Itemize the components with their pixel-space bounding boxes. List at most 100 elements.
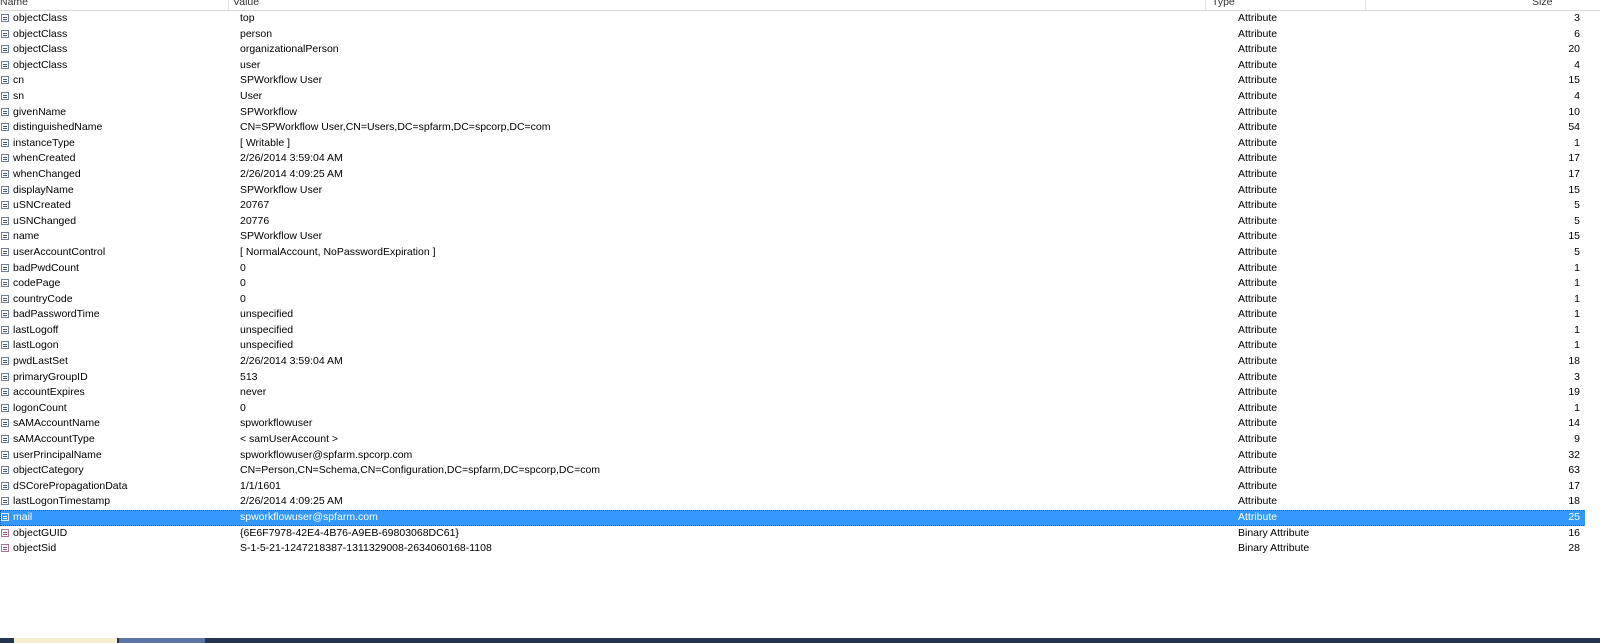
attribute-icon	[1, 247, 9, 256]
attribute-type: Attribute	[1238, 370, 1278, 383]
attribute-row[interactable]: name SPWorkflow User Attribute 15	[0, 229, 1600, 245]
attribute-row[interactable]: whenChanged 2/26/2014 4:09:25 AM Attribute…	[0, 167, 1600, 183]
taskbar	[0, 638, 1600, 643]
attribute-size: 1	[1574, 339, 1580, 352]
taskbar-button[interactable]	[119, 638, 205, 643]
attribute-name: sn	[13, 89, 25, 102]
taskbar-button[interactable]	[14, 638, 117, 643]
attribute-size: 1	[1574, 261, 1580, 274]
attribute-value: 0	[240, 401, 246, 414]
attribute-row[interactable]: lastLogoff unspecified Attribute 1	[0, 323, 1600, 339]
attribute-row[interactable]: uSNChanged 20776 Attribute 5	[0, 214, 1600, 230]
column-divider[interactable]	[228, 0, 229, 10]
attribute-row[interactable]: instanceType [ Writable ] Attribute 1	[0, 136, 1600, 152]
attribute-row[interactable]: lastLogonTimestamp 2/26/2014 4:09:25 AM At…	[0, 494, 1600, 510]
attribute-value: never	[240, 386, 267, 399]
column-header-value[interactable]: Value	[233, 0, 259, 9]
attribute-size: 32	[1568, 448, 1580, 461]
attribute-row[interactable]: sAMAccountName spworkflowuser Attribute 14	[0, 416, 1600, 432]
attribute-name: countryCode	[13, 292, 73, 305]
attribute-row[interactable]: logonCount 0 Attribute 1	[0, 401, 1600, 417]
attribute-size: 25	[1568, 511, 1580, 523]
attribute-type: Attribute	[1238, 308, 1278, 321]
column-header-size[interactable]: Size	[1532, 0, 1552, 9]
attribute-type: Attribute	[1238, 464, 1278, 477]
attribute-type: Attribute	[1238, 417, 1278, 430]
attribute-name: whenCreated	[13, 152, 76, 165]
attribute-row[interactable]: codePage 0 Attribute 1	[0, 276, 1600, 292]
attribute-value: 2/26/2014 3:59:04 AM	[240, 152, 343, 165]
attribute-row[interactable]: pwdLastSet 2/26/2014 3:59:04 AM Attribute 1…	[0, 354, 1600, 370]
attribute-value: SPWorkflow User	[240, 183, 323, 196]
attribute-row[interactable]: displayName SPWorkflow User Attribute 15	[0, 183, 1600, 199]
attribute-name: cn	[13, 74, 25, 87]
attribute-value: 0	[240, 277, 246, 290]
attribute-name: distinguishedName	[13, 121, 103, 134]
attribute-type: Attribute	[1238, 245, 1278, 258]
attribute-name: badPasswordTime	[13, 308, 100, 321]
attribute-row[interactable]: objectSid S-1-5-21-1247218387-1311329008-…	[0, 541, 1600, 557]
attribute-row[interactable]: sAMAccountType < samUserAccount > Attribut…	[0, 432, 1600, 448]
attribute-type: Attribute	[1238, 401, 1278, 414]
attribute-row[interactable]: objectClass user Attribute 4	[0, 58, 1600, 74]
column-header-name[interactable]: Name	[0, 0, 28, 9]
attribute-row[interactable]: userAccountControl [ NormalAccount, NoPas…	[0, 245, 1600, 261]
attribute-name: sAMAccountType	[13, 433, 95, 446]
attribute-icon	[1, 76, 9, 85]
attribute-type: Attribute	[1238, 261, 1278, 274]
column-header: Name Value Type Size	[0, 0, 1600, 11]
binary-attribute-icon	[1, 528, 9, 537]
column-header-type[interactable]: Type	[1212, 0, 1235, 9]
attribute-row[interactable]: countryCode 0 Attribute 1	[0, 292, 1600, 308]
attribute-size: 5	[1574, 214, 1580, 227]
attribute-row[interactable]: objectClass person Attribute 6	[0, 27, 1600, 43]
attribute-row[interactable]: dSCorePropagationData 1/1/1601 Attribute 17	[0, 479, 1600, 495]
attribute-name: pwdLastSet	[13, 355, 68, 368]
attribute-row[interactable]: objectCategory CN=Person,CN=Schema,CN=Con…	[0, 463, 1600, 479]
attribute-value: {6E6F7978-42E4-4B76-A9EB-69803068DC61}	[240, 526, 459, 539]
attribute-icon	[1, 279, 9, 288]
attribute-size: 16	[1568, 526, 1580, 539]
attribute-icon	[1, 232, 9, 241]
attribute-row[interactable]: objectClass top Attribute 3	[0, 11, 1600, 27]
attribute-row[interactable]: givenName SPWorkflow Attribute 10	[0, 105, 1600, 121]
attribute-row[interactable]: badPasswordTime unspecified Attribute 1	[0, 307, 1600, 323]
attribute-size: 3	[1574, 370, 1580, 383]
attribute-type: Attribute	[1238, 152, 1278, 165]
attribute-name: uSNChanged	[13, 214, 77, 227]
attribute-name: lastLogoff	[13, 323, 59, 336]
attribute-row[interactable]: distinguishedName CN=SPWorkflow User,CN=U…	[0, 120, 1600, 136]
attribute-type: Attribute	[1238, 323, 1278, 336]
attribute-name: userAccountControl	[13, 245, 106, 258]
attribute-row[interactable]: primaryGroupID 513 Attribute 3	[0, 370, 1600, 386]
attribute-size: 14	[1568, 417, 1580, 430]
attribute-value: person	[240, 27, 273, 40]
attribute-value: 20776	[240, 214, 270, 227]
attribute-size: 4	[1574, 89, 1580, 102]
scroll-area[interactable]	[1585, 11, 1600, 571]
attribute-type: Attribute	[1238, 167, 1278, 180]
column-divider[interactable]	[1365, 0, 1366, 10]
column-divider[interactable]	[1205, 0, 1206, 10]
attribute-row[interactable]: userPrincipalName spworkflowuser@spfarm.s…	[0, 448, 1600, 464]
attribute-value: 2/26/2014 4:09:25 AM	[240, 167, 343, 180]
attribute-row[interactable]: uSNCreated 20767 Attribute 5	[0, 198, 1600, 214]
attribute-icon	[1, 325, 9, 334]
attribute-row[interactable]: accountExpires never Attribute 19	[0, 385, 1600, 401]
attribute-row[interactable]: sn User Attribute 4	[0, 89, 1600, 105]
attribute-row[interactable]: badPwdCount 0 Attribute 1	[0, 261, 1600, 277]
attribute-icon	[1, 29, 9, 38]
attribute-row[interactable]: cn SPWorkflow User Attribute 15	[0, 73, 1600, 89]
attribute-row[interactable]: lastLogon unspecified Attribute 1	[0, 338, 1600, 354]
attribute-row[interactable]: objectClass organizationalPerson Attribute…	[0, 42, 1600, 58]
attribute-size: 18	[1568, 495, 1580, 508]
attribute-size: 1	[1574, 136, 1580, 149]
attribute-row[interactable]: mail spworkflowuser@spfarm.com Attribute 25	[0, 510, 1600, 526]
attribute-row[interactable]: objectGUID {6E6F7978-42E4-4B76-A9EB-69803…	[0, 526, 1600, 542]
attribute-size: 4	[1574, 58, 1580, 71]
attribute-row[interactable]: whenCreated 2/26/2014 3:59:04 AM Attribute…	[0, 151, 1600, 167]
attribute-name: whenChanged	[13, 167, 81, 180]
attribute-name: lastLogonTimestamp	[13, 495, 111, 508]
attribute-type: Attribute	[1238, 27, 1278, 40]
attribute-name: codePage	[13, 277, 61, 290]
